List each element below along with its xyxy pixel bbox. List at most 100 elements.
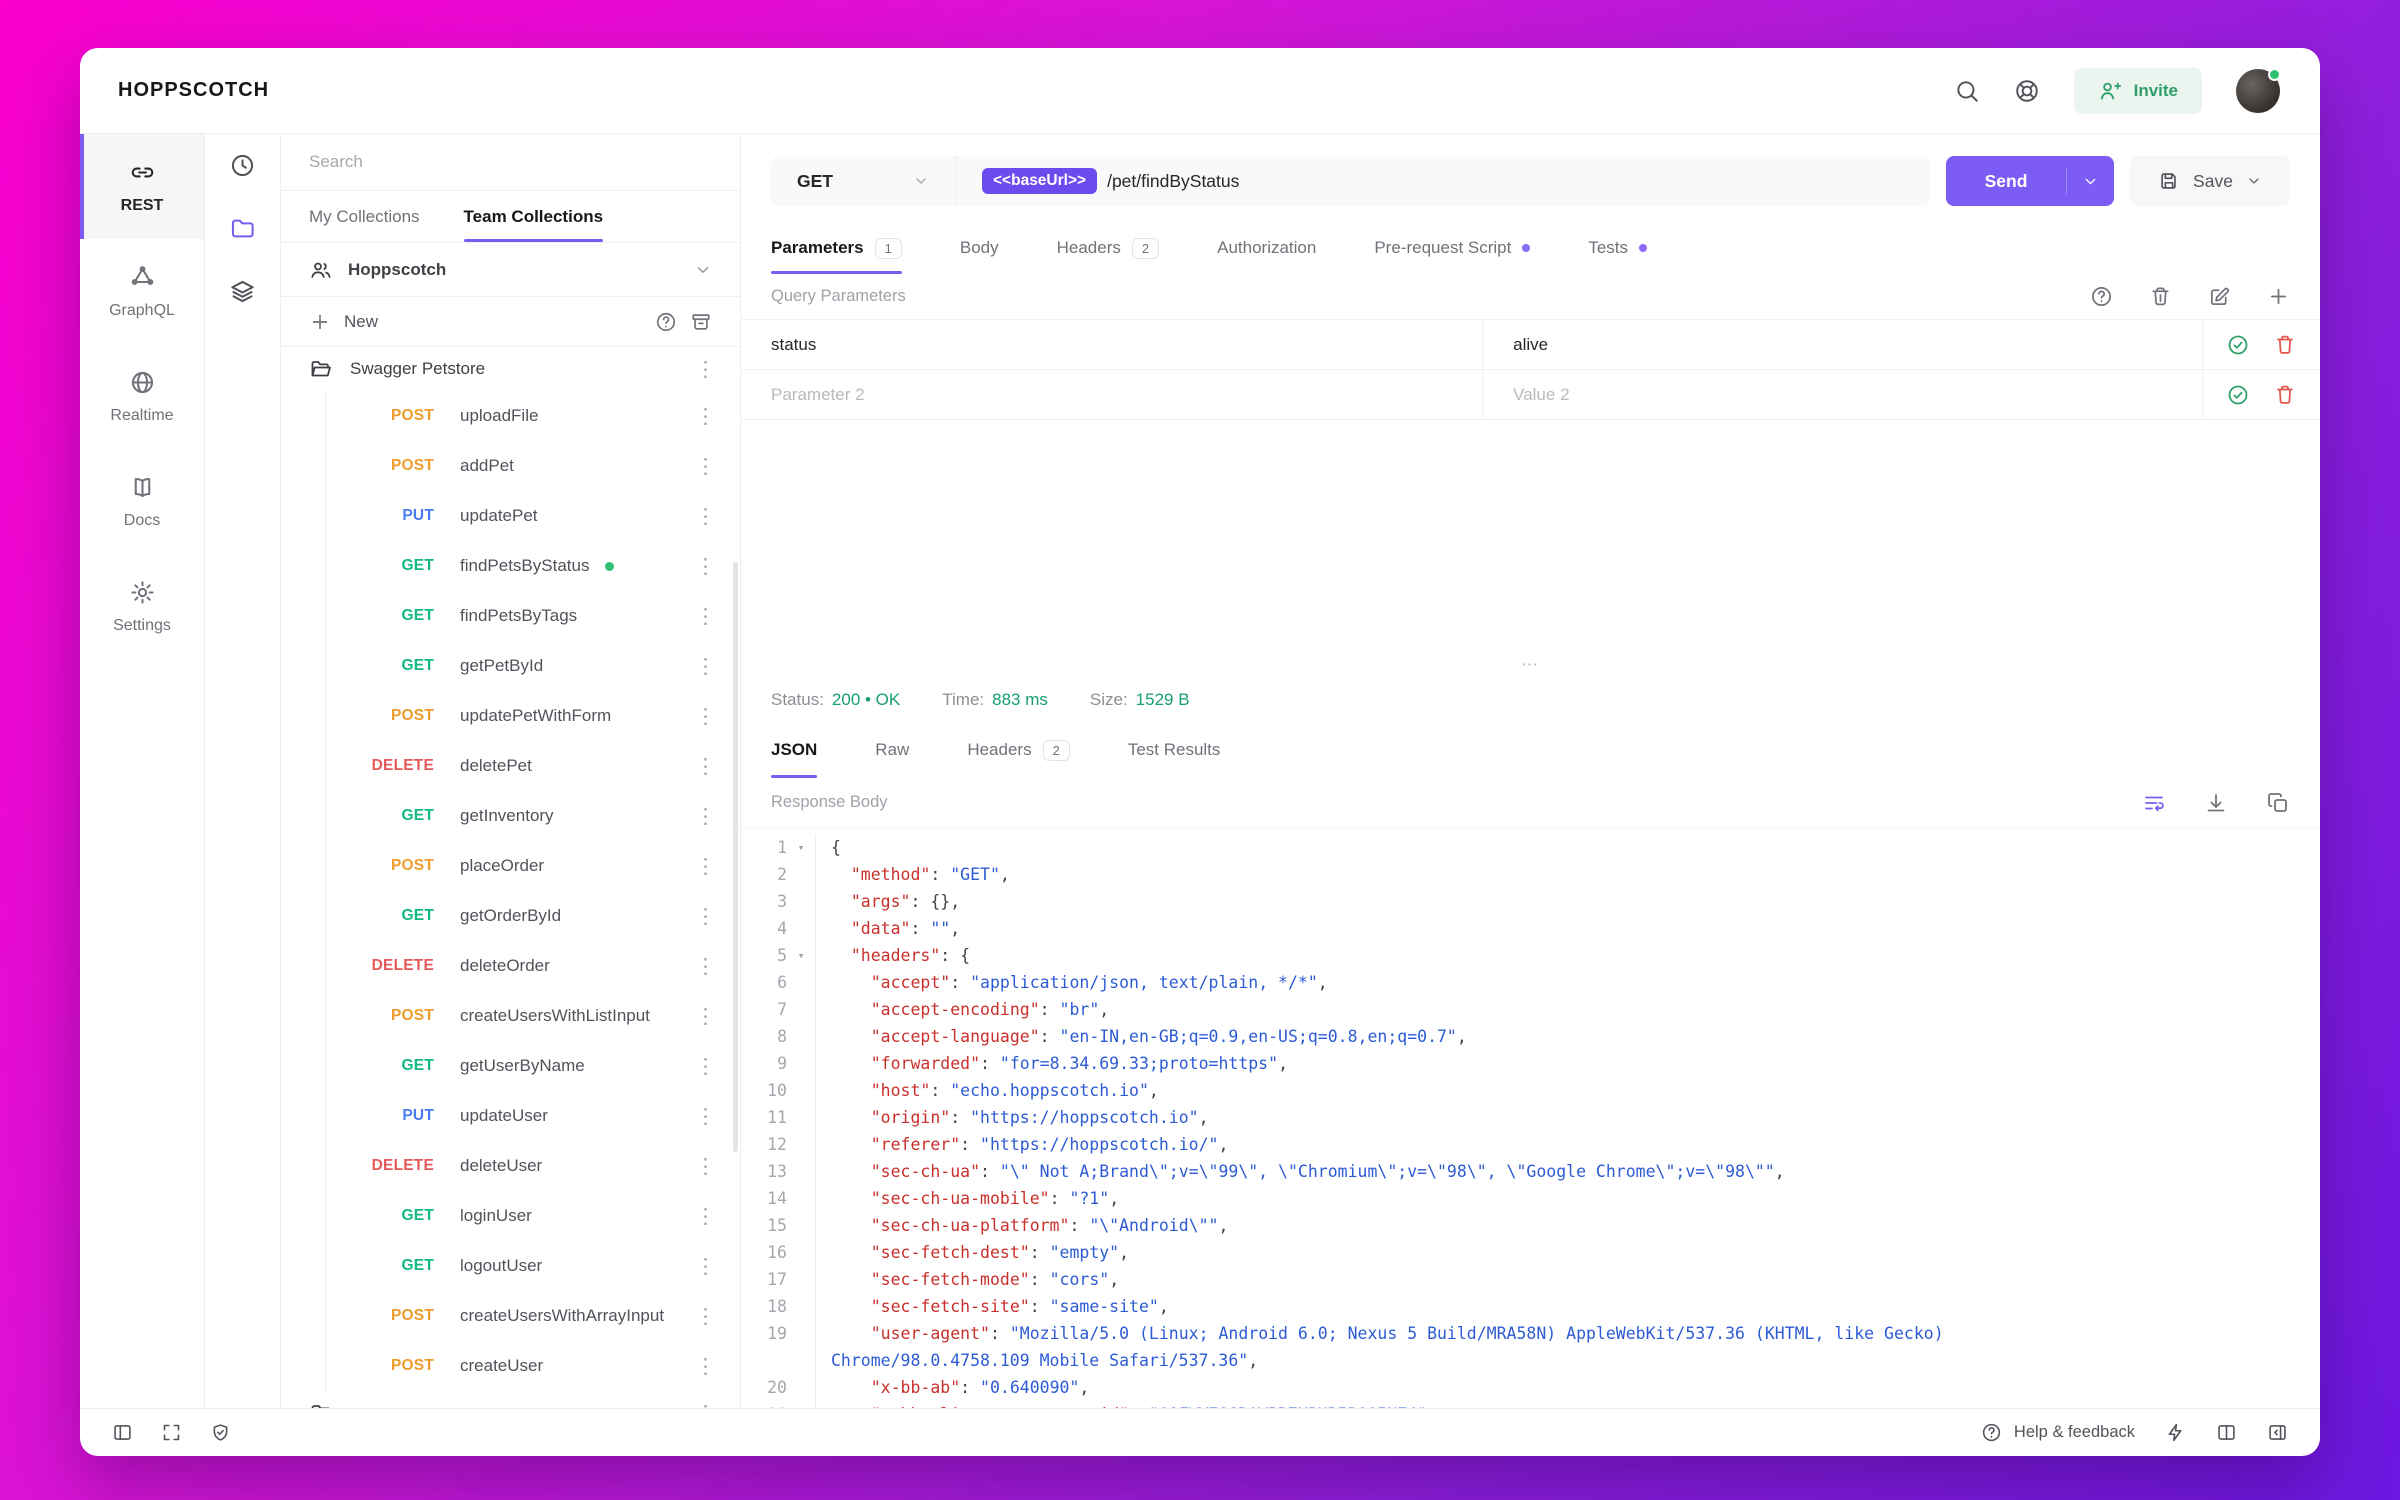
more-options-icon[interactable]: ⋮ [695, 1356, 716, 1377]
help-circle-icon[interactable] [655, 311, 677, 333]
collection-folder-partial[interactable]: ⋮ [281, 1391, 740, 1408]
request-item[interactable]: GET findPetsByTags ⋮ [326, 591, 740, 641]
request-item[interactable]: POST createUser ⋮ [326, 1341, 740, 1391]
search-icon[interactable] [1954, 78, 1980, 104]
shortcuts-lightning-icon[interactable] [2165, 1422, 2186, 1443]
nav-item-graphql[interactable]: GraphQL [80, 239, 204, 344]
tab-tests[interactable]: Tests [1588, 222, 1648, 274]
more-options-icon[interactable]: ⋮ [695, 1206, 716, 1227]
environments-layers-icon[interactable] [229, 278, 256, 305]
more-options-icon[interactable]: ⋮ [695, 359, 716, 380]
avatar[interactable] [2236, 67, 2281, 113]
request-item[interactable]: GET findPetsByStatus ⋮ [326, 541, 740, 591]
search-input[interactable] [309, 152, 712, 172]
request-item[interactable]: DELETE deleteUser ⋮ [326, 1141, 740, 1191]
more-options-icon[interactable]: ⋮ [695, 506, 716, 527]
download-icon[interactable] [2204, 791, 2228, 815]
nav-item-rest[interactable]: REST [80, 134, 204, 239]
invite-button[interactable]: Invite [2073, 67, 2202, 114]
request-item[interactable]: POST createUsersWithArrayInput ⋮ [326, 1291, 740, 1341]
send-button[interactable]: Send [1946, 156, 2114, 206]
pane-resize-handle[interactable]: ⋯ [741, 652, 2320, 678]
help-feedback-button[interactable]: Help & feedback [1981, 1422, 2135, 1443]
more-options-icon[interactable]: ⋮ [695, 706, 716, 727]
tab-response-headers[interactable]: Headers 2 [967, 722, 1070, 778]
request-item[interactable]: GET loginUser ⋮ [326, 1191, 740, 1241]
tab-test-results[interactable]: Test Results [1128, 722, 1221, 778]
fullscreen-icon[interactable] [161, 1422, 182, 1443]
new-collection-button[interactable]: New [344, 312, 378, 332]
team-selector[interactable]: Hoppscotch [281, 243, 740, 297]
tab-json[interactable]: JSON [771, 722, 818, 778]
more-options-icon[interactable]: ⋮ [695, 1156, 716, 1177]
request-item[interactable]: PUT updatePet ⋮ [326, 491, 740, 541]
param-value-input[interactable]: Value 2 [1483, 370, 2202, 419]
more-options-icon[interactable]: ⋮ [695, 856, 716, 877]
tab-team-collections[interactable]: Team Collections [463, 191, 603, 242]
more-options-icon[interactable]: ⋮ [695, 756, 716, 777]
method-select[interactable]: GET [771, 156, 956, 206]
nav-item-settings[interactable]: Settings [80, 554, 204, 659]
copy-icon[interactable] [2266, 791, 2290, 815]
more-options-icon[interactable]: ⋮ [695, 1006, 716, 1027]
split-columns-icon[interactable] [2216, 1422, 2237, 1443]
request-item[interactable]: GET getOrderById ⋮ [326, 891, 740, 941]
more-options-icon[interactable]: ⋮ [695, 1306, 716, 1327]
add-parameter-icon[interactable] [2267, 285, 2290, 308]
response-body-code[interactable]: 1 ▾{2 "method": "GET", 3 "args": {}, 4 "dat… [741, 828, 2320, 1408]
collections-folder-icon[interactable] [229, 215, 256, 242]
param-delete-icon[interactable] [2273, 333, 2297, 357]
more-options-icon[interactable]: ⋮ [695, 456, 716, 477]
request-item[interactable]: DELETE deletePet ⋮ [326, 741, 740, 791]
tab-body[interactable]: Body [960, 222, 999, 274]
request-item[interactable]: POST uploadFile ⋮ [326, 391, 740, 441]
tab-my-collections[interactable]: My Collections [309, 191, 420, 242]
collection-folder[interactable]: Swagger Petstore ⋮ [281, 347, 740, 391]
more-options-icon[interactable]: ⋮ [695, 956, 716, 977]
request-item[interactable]: GET getPetById ⋮ [326, 641, 740, 691]
request-item[interactable]: POST createUsersWithListInput ⋮ [326, 991, 740, 1041]
scrollbar-thumb[interactable] [733, 562, 738, 1152]
tab-headers[interactable]: Headers 2 [1057, 222, 1160, 274]
more-options-icon[interactable]: ⋮ [695, 1056, 716, 1077]
param-enabled-check-icon[interactable] [2226, 383, 2250, 407]
request-item[interactable]: GET getInventory ⋮ [326, 791, 740, 841]
shield-check-icon[interactable] [210, 1422, 231, 1443]
more-options-icon[interactable]: ⋮ [695, 1106, 716, 1127]
tab-authorization[interactable]: Authorization [1217, 222, 1316, 274]
save-options-chevron-icon[interactable] [2246, 173, 2262, 189]
tab-parameters[interactable]: Parameters 1 [771, 222, 902, 274]
request-item[interactable]: POST addPet ⋮ [326, 441, 740, 491]
fold-arrow-icon[interactable]: ▾ [787, 942, 815, 969]
request-item[interactable]: POST placeOrder ⋮ [326, 841, 740, 891]
wrap-lines-icon[interactable] [2142, 791, 2166, 815]
save-button[interactable]: Save [2130, 156, 2290, 206]
request-item[interactable]: GET logoutUser ⋮ [326, 1241, 740, 1291]
edit-icon[interactable] [2208, 285, 2231, 308]
collections-search[interactable] [281, 134, 740, 191]
toggle-sidebar-icon[interactable] [112, 1422, 133, 1443]
tab-raw[interactable]: Raw [875, 722, 909, 778]
nav-item-realtime[interactable]: Realtime [80, 344, 204, 449]
request-item[interactable]: POST updatePetWithForm ⋮ [326, 691, 740, 741]
more-options-icon[interactable]: ⋮ [695, 1256, 716, 1277]
history-icon[interactable] [229, 152, 256, 179]
tab-pre-request-script[interactable]: Pre-request Script [1374, 222, 1531, 274]
more-options-icon[interactable]: ⋮ [695, 406, 716, 427]
collapse-right-panel-icon[interactable] [2267, 1422, 2288, 1443]
param-key-input[interactable]: Parameter 2 [741, 370, 1484, 419]
param-key-input[interactable]: status [741, 320, 1484, 369]
request-item[interactable]: PUT updateUser ⋮ [326, 1091, 740, 1141]
support-icon[interactable] [2014, 78, 2040, 104]
param-delete-icon[interactable] [2273, 383, 2297, 407]
more-options-icon[interactable]: ⋮ [695, 656, 716, 677]
nav-item-docs[interactable]: Docs [80, 449, 204, 554]
more-options-icon[interactable]: ⋮ [695, 806, 716, 827]
base-url-variable-chip[interactable]: <<baseUrl>> [982, 168, 1098, 194]
more-options-icon[interactable]: ⋮ [695, 906, 716, 927]
more-options-icon[interactable]: ⋮ [695, 1403, 716, 1409]
param-enabled-check-icon[interactable] [2226, 333, 2250, 357]
fold-arrow-icon[interactable]: ▾ [787, 834, 815, 861]
import-export-icon[interactable] [690, 311, 712, 333]
param-value-input[interactable]: alive [1483, 320, 2202, 369]
